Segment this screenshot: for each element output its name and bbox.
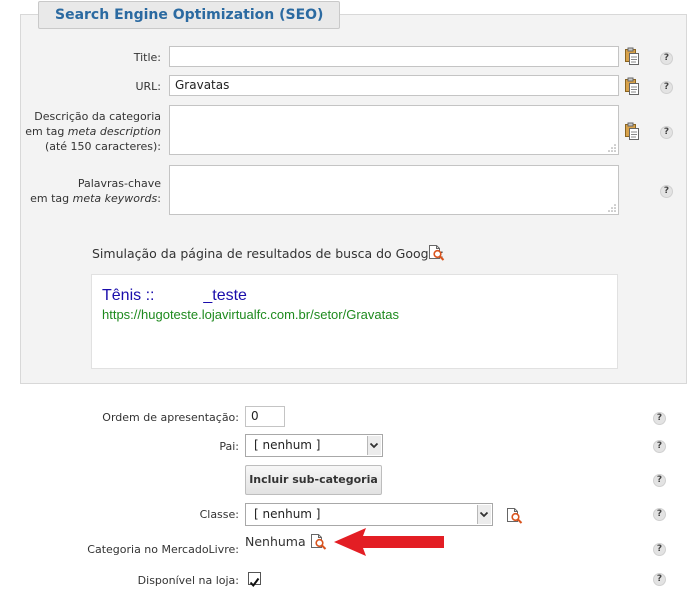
help-icon[interactable]: ?	[653, 474, 666, 487]
resize-grip-icon[interactable]	[608, 144, 616, 152]
order-input[interactable]: 0	[245, 406, 285, 427]
help-icon[interactable]: ?	[660, 185, 673, 198]
help-icon[interactable]: ?	[653, 543, 666, 556]
chevron-down-icon[interactable]	[367, 436, 381, 455]
description-label-em: meta description	[67, 125, 161, 138]
keywords-label-suffix: :	[157, 192, 161, 205]
help-icon[interactable]: ?	[660, 126, 673, 139]
red-arrow	[334, 528, 444, 556]
add-subcategory-button[interactable]: Incluir sub-categoria	[245, 465, 382, 495]
keywords-label: Palavras-chave em tag meta keywords:	[20, 176, 161, 206]
available-checkbox[interactable]	[248, 572, 261, 588]
url-label: URL:	[135, 80, 161, 93]
resize-grip-icon[interactable]	[608, 204, 616, 212]
description-label-line2: em tag meta description	[20, 124, 161, 139]
help-icon[interactable]: ?	[660, 81, 673, 94]
paste-icon[interactable]	[625, 77, 639, 95]
help-icon[interactable]: ?	[653, 412, 666, 425]
url-input[interactable]: Gravatas	[169, 75, 619, 96]
description-label-line3: (até 150 caracteres):	[44, 140, 161, 153]
description-label-line1: Descrição da categoria	[34, 110, 161, 123]
parent-label: Pai:	[219, 440, 239, 453]
keywords-label-line2: em tag meta keywords:	[20, 191, 161, 206]
chevron-down-icon[interactable]	[477, 505, 491, 524]
description-label-prefix: em tag	[25, 125, 68, 138]
parent-select[interactable]: [ nenhum ]	[245, 434, 383, 457]
description-textarea[interactable]	[169, 105, 619, 155]
parent-select-value: [ nenhum ]	[254, 438, 321, 452]
description-label: Descrição da categoria em tag meta descr…	[20, 109, 161, 154]
title-input[interactable]	[169, 46, 619, 67]
class-label: Classe:	[199, 508, 239, 521]
keywords-textarea[interactable]	[169, 165, 619, 215]
serp-preview: Tênis :: _teste https://hugoteste.lojavi…	[91, 274, 618, 369]
search-preview-icon[interactable]	[506, 507, 523, 524]
order-label: Ordem de apresentação:	[102, 411, 239, 424]
checkmark-icon	[249, 577, 260, 588]
help-icon[interactable]: ?	[660, 52, 673, 65]
serp-url: https://hugoteste.lojavirtualfc.com.br/s…	[102, 307, 399, 322]
serp-simulation-label: Simulação da página de resultados de bus…	[92, 246, 444, 261]
help-icon[interactable]: ?	[653, 573, 666, 586]
help-icon[interactable]: ?	[653, 508, 666, 521]
search-preview-icon[interactable]	[310, 533, 327, 550]
mercadolivre-value: Nenhuma	[245, 534, 306, 549]
search-preview-icon[interactable]	[428, 244, 445, 261]
keywords-label-line1: Palavras-chave	[77, 177, 161, 190]
mercadolivre-label: Categoria no MercadoLivre:	[87, 543, 239, 556]
serp-title: Tênis :: _teste	[102, 287, 247, 304]
paste-icon[interactable]	[625, 122, 639, 140]
class-select[interactable]: [ nenhum ]	[245, 503, 493, 526]
seo-legend: Search Engine Optimization (SEO)	[38, 1, 341, 29]
title-label: Title:	[133, 51, 161, 64]
available-label: Disponível na loja:	[137, 574, 239, 587]
keywords-label-prefix: em tag	[30, 192, 73, 205]
paste-icon[interactable]	[625, 47, 639, 65]
keywords-label-em: meta keywords	[72, 192, 158, 205]
class-select-value: [ nenhum ]	[254, 507, 321, 521]
help-icon[interactable]: ?	[653, 440, 666, 453]
